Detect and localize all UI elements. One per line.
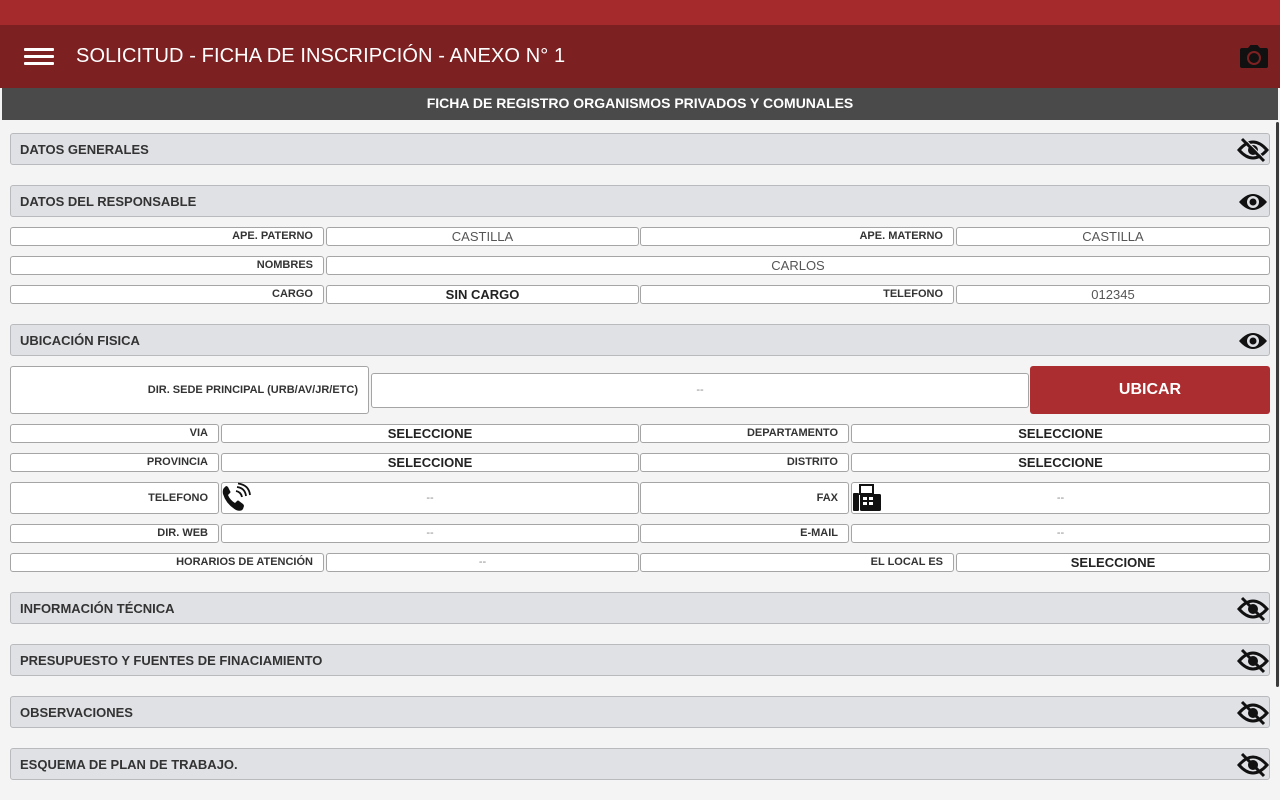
- section-observaciones[interactable]: OBSERVACIONES: [10, 696, 1270, 728]
- section-title: UBICACIÓN FISICA: [20, 333, 140, 348]
- local-select[interactable]: SELECCIONE: [956, 553, 1270, 572]
- section-datos-generales[interactable]: DATOS GENERALES: [10, 133, 1270, 165]
- eye-off-icon[interactable]: [1237, 136, 1269, 164]
- ubicar-button[interactable]: UBICAR: [1030, 366, 1270, 414]
- eye-icon[interactable]: [1237, 327, 1269, 355]
- section-title: OBSERVACIONES: [20, 705, 133, 720]
- scrollbar[interactable]: [1276, 122, 1279, 687]
- form-subtitle: FICHA DE REGISTRO ORGANISMOS PRIVADOS Y …: [2, 88, 1278, 120]
- dir-web-field[interactable]: --: [221, 524, 639, 543]
- section-informacion-tecnica[interactable]: INFORMACIÓN TÉCNICA: [10, 592, 1270, 624]
- eye-off-icon[interactable]: [1237, 647, 1269, 675]
- horarios-label: HORARIOS DE ATENCIÓN: [10, 553, 324, 572]
- status-bar: [0, 0, 1280, 25]
- ape-materno-field[interactable]: CASTILLA: [956, 227, 1270, 246]
- cargo-label: CARGO: [10, 285, 324, 304]
- section-title: INFORMACIÓN TÉCNICA: [20, 601, 175, 616]
- section-title: DATOS GENERALES: [20, 142, 149, 157]
- distrito-select[interactable]: SELECCIONE: [851, 453, 1270, 472]
- nombres-label: NOMBRES: [10, 256, 324, 275]
- dir-web-label: DIR. WEB: [10, 524, 219, 543]
- via-select[interactable]: SELECCIONE: [221, 424, 639, 443]
- telefono-responsable-field[interactable]: 012345: [956, 285, 1270, 304]
- cargo-select[interactable]: SIN CARGO: [326, 285, 639, 304]
- via-label: VIA: [10, 424, 219, 443]
- phone-icon: [219, 482, 251, 514]
- fax-field[interactable]: --: [851, 482, 1270, 514]
- provincia-label: PROVINCIA: [10, 453, 219, 472]
- section-title: DATOS DEL RESPONSABLE: [20, 194, 197, 209]
- menu-icon[interactable]: [24, 44, 56, 70]
- telefono-field[interactable]: --: [221, 482, 639, 514]
- departamento-select[interactable]: SELECCIONE: [851, 424, 1270, 443]
- departamento-label: DEPARTAMENTO: [640, 424, 849, 443]
- fax-icon: [851, 483, 883, 515]
- ape-paterno-label: APE. PATERNO: [10, 227, 324, 246]
- section-title: PRESUPUESTO Y FUENTES DE FINACIAMIENTO: [20, 653, 323, 668]
- horarios-field[interactable]: --: [326, 553, 639, 572]
- eye-off-icon[interactable]: [1237, 595, 1269, 623]
- section-presupuesto[interactable]: PRESUPUESTO Y FUENTES DE FINACIAMIENTO: [10, 644, 1270, 676]
- page-title: SOLICITUD - FICHA DE INSCRIPCIÓN - ANEXO…: [76, 45, 566, 67]
- camera-icon[interactable]: [1238, 41, 1270, 73]
- section-datos-responsable[interactable]: DATOS DEL RESPONSABLE: [10, 185, 1270, 217]
- section-esquema-plan-trabajo[interactable]: ESQUEMA DE PLAN DE TRABAJO.: [10, 748, 1270, 780]
- app-bar: SOLICITUD - FICHA DE INSCRIPCIÓN - ANEXO…: [0, 25, 1280, 88]
- telefono-responsable-label: TELEFONO: [640, 285, 954, 304]
- dir-sede-field[interactable]: --: [371, 373, 1029, 408]
- email-label: E-MAIL: [640, 524, 849, 543]
- eye-icon[interactable]: [1237, 188, 1269, 216]
- nombres-field[interactable]: CARLOS: [326, 256, 1270, 275]
- section-ubicacion-fisica[interactable]: UBICACIÓN FISICA: [10, 324, 1270, 356]
- dir-sede-label: DIR. SEDE PRINCIPAL (URB/AV/JR/ETC): [10, 366, 369, 414]
- email-field[interactable]: --: [851, 524, 1270, 543]
- local-label: EL LOCAL ES: [640, 553, 954, 572]
- distrito-label: DISTRITO: [640, 453, 849, 472]
- eye-off-icon[interactable]: [1237, 751, 1269, 779]
- ape-paterno-field[interactable]: CASTILLA: [326, 227, 639, 246]
- provincia-select[interactable]: SELECCIONE: [221, 453, 639, 472]
- eye-off-icon[interactable]: [1237, 699, 1269, 727]
- section-title: ESQUEMA DE PLAN DE TRABAJO.: [20, 757, 238, 772]
- ape-materno-label: APE. MATERNO: [640, 227, 954, 246]
- telefono-label: TELEFONO: [10, 482, 219, 514]
- fax-label: FAX: [640, 482, 849, 514]
